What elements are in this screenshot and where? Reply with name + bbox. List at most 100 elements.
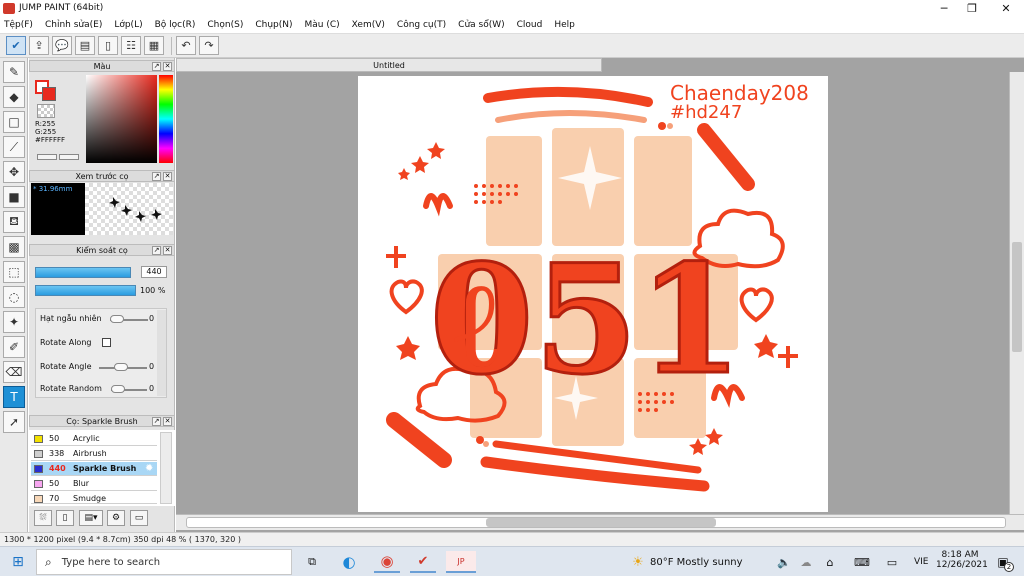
display-icon[interactable]: ▭ bbox=[884, 551, 900, 573]
color-picker-square[interactable] bbox=[86, 75, 157, 163]
transparent-swatch[interactable] bbox=[37, 104, 55, 118]
menu-cloud[interactable]: Cloud bbox=[517, 20, 543, 30]
float-icon[interactable]: ↗ bbox=[152, 246, 161, 255]
rotate-random-slider[interactable] bbox=[111, 385, 125, 393]
menu-layer[interactable]: Lớp(L) bbox=[114, 20, 142, 30]
brush-size-value[interactable]: 440 bbox=[141, 266, 167, 278]
float-icon[interactable]: ↗ bbox=[152, 417, 161, 426]
menu-filter[interactable]: Bộ lọc(R) bbox=[155, 20, 196, 30]
close-panel-icon[interactable]: ✕ bbox=[163, 417, 172, 426]
menu-capture[interactable]: Chụp(N) bbox=[255, 20, 292, 30]
menu-file[interactable]: Tệp(F) bbox=[4, 20, 33, 30]
brush-list-title: Cọ: Sparkle Brush bbox=[66, 417, 138, 426]
brush-opacity-slider[interactable] bbox=[35, 285, 136, 296]
hue-slider[interactable] bbox=[159, 75, 173, 163]
windows-start-icon[interactable]: ⊞ bbox=[6, 551, 30, 573]
new-brush-icon[interactable]: ▯ bbox=[56, 510, 74, 526]
secondary-color-swatch[interactable] bbox=[42, 87, 56, 101]
brush-size: 440 bbox=[49, 464, 66, 473]
select-eraser-icon[interactable]: ⌫ bbox=[3, 361, 25, 383]
gear-icon[interactable]: ✹ bbox=[145, 462, 153, 475]
document-tab[interactable]: Untitled bbox=[176, 58, 602, 72]
shape-tool-icon[interactable]: □ bbox=[3, 111, 25, 133]
edge-browser-icon[interactable]: ◐ bbox=[336, 551, 362, 573]
vertical-scrollbar[interactable] bbox=[1009, 72, 1024, 514]
magic-wand-icon[interactable]: ✦ bbox=[3, 311, 25, 333]
speaker-icon[interactable]: 🔈 bbox=[776, 551, 792, 573]
check-icon[interactable]: ✔ bbox=[6, 36, 26, 55]
gradient-tool-icon[interactable]: ▩ bbox=[3, 236, 25, 258]
document-icon[interactable]: ▯ bbox=[98, 36, 118, 55]
close-panel-icon[interactable]: ✕ bbox=[163, 62, 172, 71]
speech-icon[interactable]: 💬 bbox=[52, 36, 72, 55]
weather-text[interactable]: 80°F Mostly sunny bbox=[650, 551, 743, 573]
brush-item-smudge[interactable]: 70 Smudge bbox=[31, 492, 157, 504]
language-indicator[interactable]: VIE bbox=[914, 551, 929, 573]
maximize-button[interactable]: ❐ bbox=[956, 0, 988, 16]
brush-item-blur[interactable]: 50 Blur bbox=[31, 477, 157, 491]
menu-color[interactable]: Màu (C) bbox=[305, 20, 340, 30]
brush-tool-icon[interactable]: ✎ bbox=[3, 61, 25, 83]
float-icon[interactable]: ↗ bbox=[152, 62, 161, 71]
fill-tool-icon[interactable]: ⛾ bbox=[3, 211, 25, 233]
random-grain-slider[interactable] bbox=[110, 315, 124, 323]
line-tool-icon[interactable]: ⟋ bbox=[3, 136, 25, 158]
grid-icon[interactable]: ▦ bbox=[144, 36, 164, 55]
color-swap-button[interactable] bbox=[59, 154, 79, 160]
vertical-scroll-thumb[interactable] bbox=[1012, 242, 1022, 352]
float-icon[interactable]: ↗ bbox=[152, 172, 161, 181]
select-pen-icon[interactable]: ✐ bbox=[3, 336, 25, 358]
horizontal-scroll-thumb[interactable] bbox=[486, 518, 716, 527]
menu-window[interactable]: Cửa sổ(W) bbox=[458, 20, 504, 30]
network-icon[interactable]: ⌂ bbox=[822, 551, 838, 573]
search-box[interactable]: ⌕ Type here to search bbox=[36, 549, 292, 575]
rotate-angle-slider[interactable] bbox=[114, 363, 128, 371]
brush-list-scrollbar[interactable] bbox=[160, 432, 172, 504]
menu-select[interactable]: Chọn(S) bbox=[207, 20, 243, 30]
clock-time: 8:18 AM bbox=[941, 550, 979, 560]
horizontal-scrollbar[interactable] bbox=[176, 514, 1024, 530]
brush-cloud-icon[interactable]: ⛆ bbox=[34, 510, 52, 526]
move-tool-icon[interactable]: ✥ bbox=[3, 161, 25, 183]
brush-name: Blur bbox=[73, 479, 90, 488]
rotate-along-checkbox[interactable] bbox=[102, 338, 111, 347]
canvas-artwork[interactable]: 051 ℓ Chaenday208 #hd247 bbox=[358, 76, 828, 512]
options-scrollbar[interactable] bbox=[157, 310, 166, 396]
brush-folder-icon[interactable]: ▭ bbox=[130, 510, 148, 526]
brush-item-airbrush[interactable]: 338 Airbrush bbox=[31, 447, 157, 461]
menu-view[interactable]: Xem(V) bbox=[352, 20, 385, 30]
panels-icon[interactable]: ☷ bbox=[121, 36, 141, 55]
text-tool-icon[interactable]: T bbox=[3, 386, 25, 408]
close-button[interactable]: ✕ bbox=[990, 0, 1022, 16]
close-panel-icon[interactable]: ✕ bbox=[163, 172, 172, 181]
vivaldi-icon[interactable]: ✔ bbox=[410, 551, 436, 573]
close-panel-icon[interactable]: ✕ bbox=[163, 246, 172, 255]
keyboard-icon[interactable]: ⌨ bbox=[852, 551, 872, 573]
eraser-tool-icon[interactable]: ◆ bbox=[3, 86, 25, 108]
search-placeholder: Type here to search bbox=[61, 556, 161, 568]
brush-item-acrylic[interactable]: 50 Acrylic bbox=[31, 432, 157, 446]
tool-palette: ✎ ◆ □ ⟋ ✥ ■ ⛾ ▩ ⬚ ◌ ✦ ✐ ⌫ T ➚ bbox=[0, 58, 28, 532]
rect-select-icon[interactable]: ⬚ bbox=[3, 261, 25, 283]
rect-tool-icon[interactable]: ■ bbox=[3, 186, 25, 208]
menu-help[interactable]: Help bbox=[554, 20, 575, 30]
color-mode-button[interactable] bbox=[37, 154, 57, 160]
rotate-angle-value: 0 bbox=[149, 362, 155, 371]
task-view-icon[interactable]: ⧉ bbox=[300, 551, 324, 573]
comment-icon[interactable]: ▤ bbox=[75, 36, 95, 55]
brush-menu-icon[interactable]: ▤▾ bbox=[79, 510, 103, 526]
menu-edit[interactable]: Chỉnh sửa(E) bbox=[45, 20, 102, 30]
brush-size-slider[interactable] bbox=[35, 267, 131, 278]
operation-tool-icon[interactable]: ➚ bbox=[3, 411, 25, 433]
brush-settings-icon[interactable]: ⚙ bbox=[107, 510, 125, 526]
jump-paint-taskbar-icon[interactable]: JP bbox=[446, 551, 476, 573]
clock[interactable]: 8:18 AM 12/26/2021 bbox=[936, 550, 988, 570]
lasso-select-icon[interactable]: ◌ bbox=[3, 286, 25, 308]
redo-icon[interactable]: ↷ bbox=[199, 36, 219, 55]
chrome-browser-icon[interactable]: ◉ bbox=[374, 551, 400, 573]
cloud-icon[interactable]: ☁ bbox=[798, 551, 814, 573]
undo-icon[interactable]: ↶ bbox=[176, 36, 196, 55]
upload-icon[interactable]: ⇪ bbox=[29, 36, 49, 55]
menu-tools[interactable]: Công cụ(T) bbox=[397, 20, 446, 30]
brush-item-sparkle[interactable]: 440 Sparkle Brush ✹ bbox=[31, 462, 157, 476]
